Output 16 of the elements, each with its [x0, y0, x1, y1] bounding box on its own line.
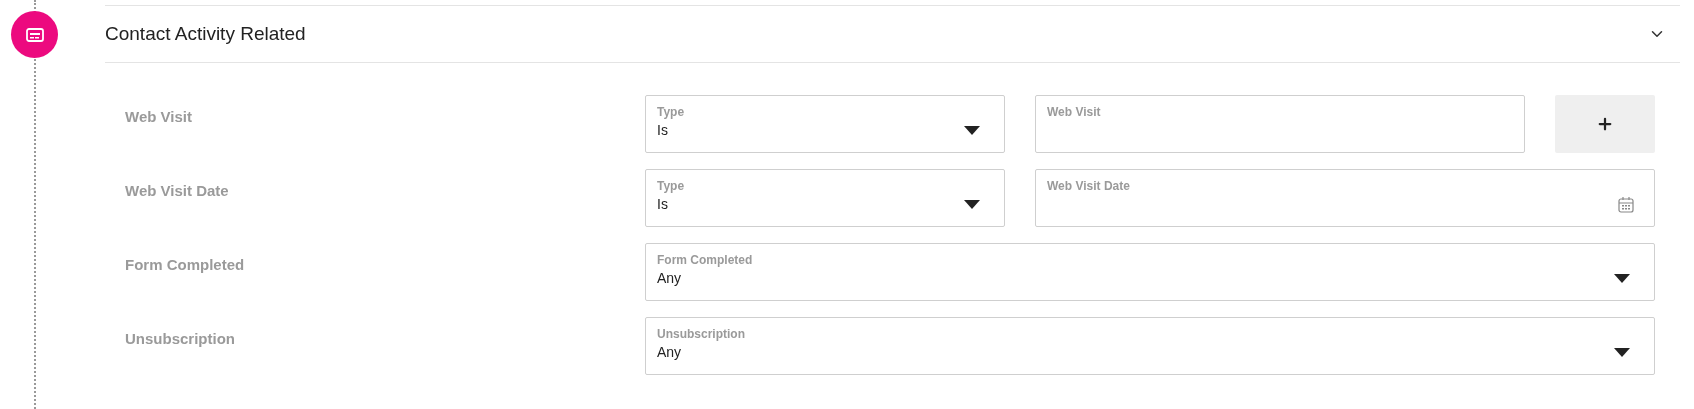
section-title: Contact Activity Related [105, 21, 306, 46]
caret-icon [964, 200, 980, 209]
row-label: Form Completed [125, 256, 245, 273]
select-field[interactable]: Form Completed Any [645, 243, 1655, 301]
row-label: Web Visit [125, 108, 192, 125]
caret-icon [1614, 348, 1630, 357]
plus-icon [1596, 115, 1614, 133]
row-label: Unsubscription [125, 330, 235, 347]
row-label: Web Visit Date [125, 182, 229, 199]
select-field[interactable]: Type Is [645, 95, 1005, 153]
calendar-icon [1618, 196, 1634, 213]
select-field[interactable]: Type Is [645, 169, 1005, 227]
select-field[interactable]: Unsubscription Any [645, 317, 1655, 375]
section-badge-icon [11, 11, 58, 58]
caret-icon [964, 126, 980, 135]
caret-icon [1614, 274, 1630, 283]
